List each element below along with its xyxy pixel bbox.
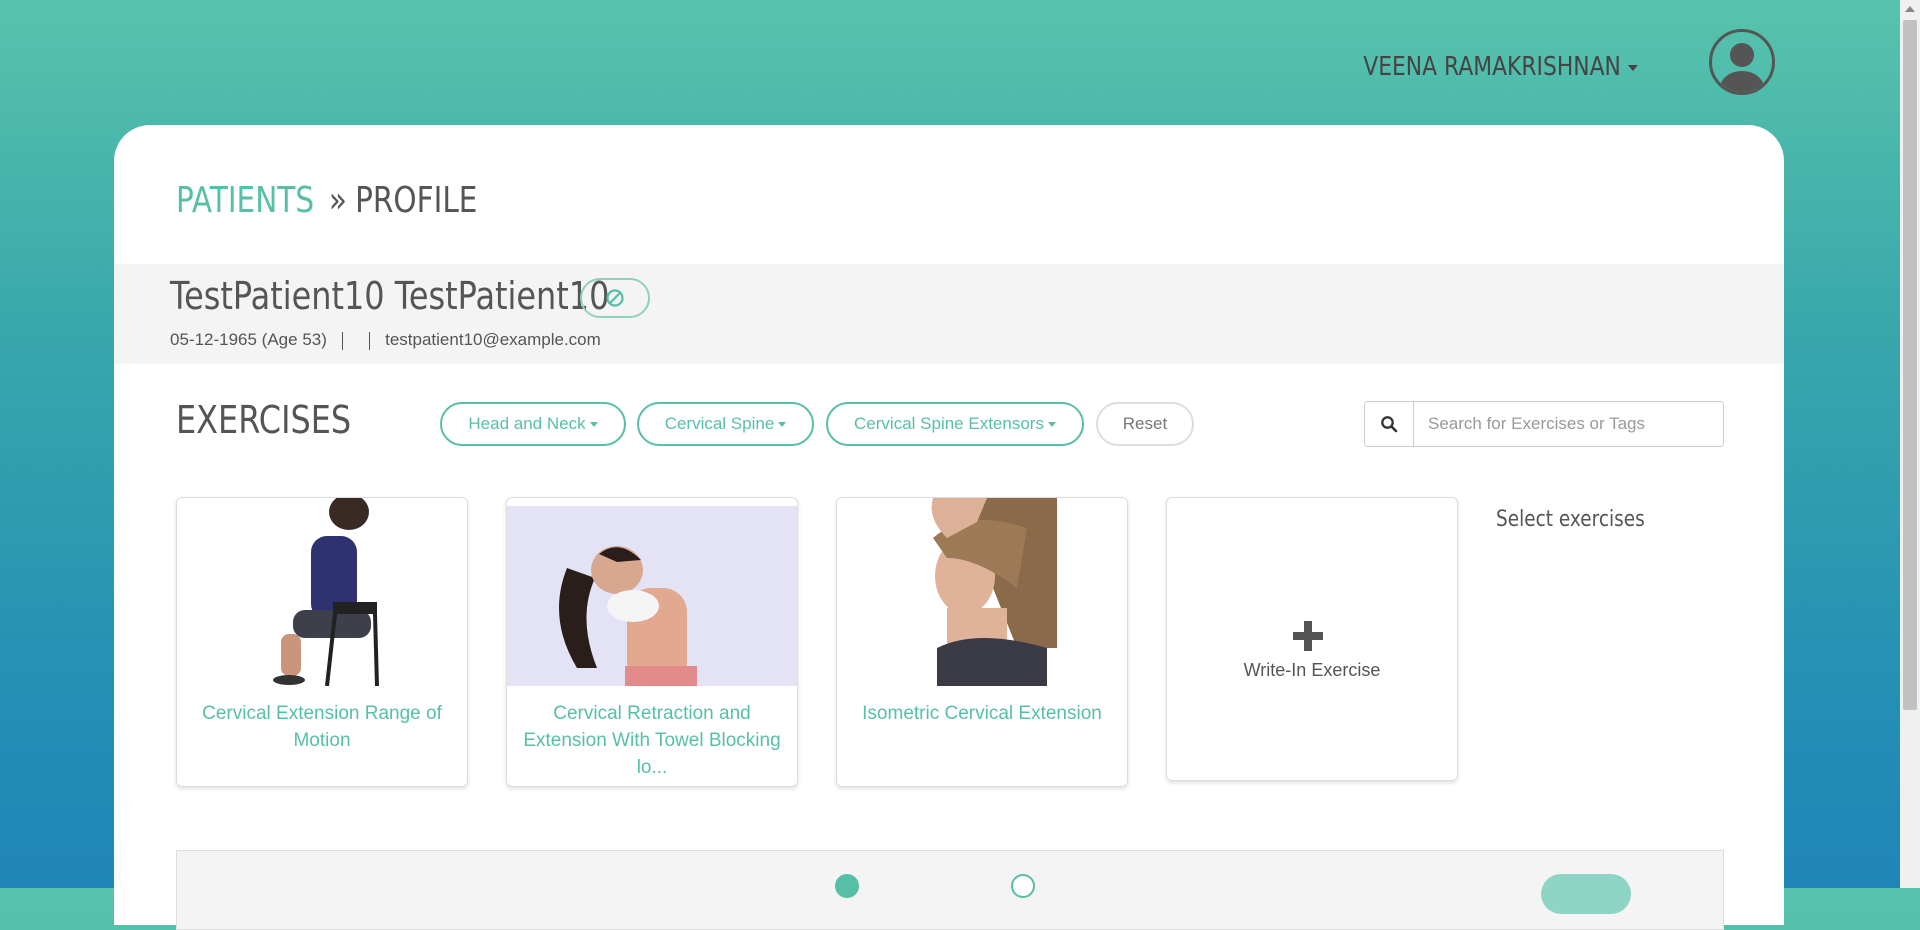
exercise-title: Cervical Extension Range of Motion <box>202 703 442 751</box>
scroll-up-arrow-icon[interactable] <box>1900 0 1920 18</box>
next-button[interactable] <box>1541 874 1631 914</box>
filter-label: Head and Neck <box>468 414 586 433</box>
search-input[interactable] <box>1414 402 1723 446</box>
write-in-exercise-button[interactable]: Write-In Exercise <box>1166 497 1458 781</box>
filter-label: Cervical Spine Extensors <box>854 414 1044 433</box>
exercise-thumbnail <box>507 498 797 686</box>
exercise-card[interactable]: Isometric Cervical Extension <box>836 497 1128 787</box>
exercise-title: Cervical Retraction and Extension With T… <box>523 703 781 778</box>
chevron-down-icon <box>1047 421 1056 427</box>
step-indicator[interactable] <box>1011 874 1035 898</box>
breadcrumb-separator: » <box>328 180 347 221</box>
exercise-title: Isometric Cervical Extension <box>862 703 1102 724</box>
select-exercises-hint: Select exercises <box>1496 507 1645 532</box>
deactivate-button[interactable] <box>580 278 650 318</box>
chevron-down-icon <box>589 421 598 427</box>
exercise-card[interactable]: Cervical Retraction and Extension With T… <box>506 497 798 787</box>
chevron-down-icon <box>1627 64 1638 71</box>
exercise-card[interactable]: Cervical Extension Range of Motion <box>176 497 468 787</box>
scrollbar[interactable] <box>1900 0 1920 888</box>
plus-icon <box>1293 621 1323 651</box>
filter-muscle-dropdown[interactable]: Cervical Spine Extensors <box>826 402 1084 446</box>
scrollbar-thumb[interactable] <box>1903 20 1917 710</box>
patient-dob: 05-12-1965 (Age 53) <box>170 330 327 349</box>
exercise-thumbnail <box>177 498 467 686</box>
exercise-thumbnail <box>837 498 1127 686</box>
breadcrumb-current: PROFILE <box>355 180 478 221</box>
bottom-panel <box>176 850 1724 930</box>
user-name: VEENA RAMAKRISHNAN <box>1363 52 1622 82</box>
patient-meta: 05-12-1965 (Age 53) testpatient10@exampl… <box>170 330 601 350</box>
filter-region-dropdown[interactable]: Head and Neck <box>440 402 626 446</box>
divider <box>341 331 343 350</box>
ban-icon <box>606 289 624 307</box>
main-card: PATIENTS » PROFILE TestPatient10 TestPatie… <box>114 125 1784 930</box>
divider <box>369 331 371 350</box>
patient-name: TestPatient10 TestPatient10 <box>170 274 610 318</box>
filter-label: Cervical Spine <box>664 414 775 433</box>
write-in-label: Write-In Exercise <box>1243 660 1381 680</box>
breadcrumb-patients-link[interactable]: PATIENTS <box>176 180 314 221</box>
breadcrumb: PATIENTS » PROFILE <box>176 180 477 221</box>
user-menu[interactable]: VEENA RAMAKRISHNAN <box>1364 52 1638 82</box>
reset-button[interactable]: Reset <box>1096 402 1194 446</box>
step-indicator-active[interactable] <box>835 874 859 898</box>
patient-header: TestPatient10 TestPatient10 05-12-1965 (… <box>114 264 1784 364</box>
chevron-down-icon <box>778 421 787 427</box>
search-box <box>1364 401 1724 447</box>
filter-area-dropdown[interactable]: Cervical Spine <box>637 402 814 446</box>
patient-email: testpatient10@example.com <box>385 330 601 349</box>
search-icon[interactable] <box>1365 402 1414 446</box>
avatar-icon[interactable] <box>1709 29 1775 95</box>
exercises-heading: EXERCISES <box>176 398 352 442</box>
top-bar: VEENA RAMAKRISHNAN <box>0 0 1900 120</box>
